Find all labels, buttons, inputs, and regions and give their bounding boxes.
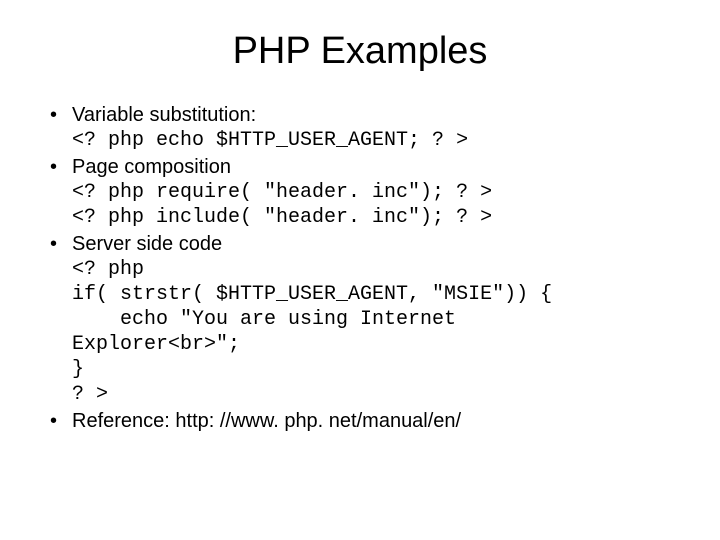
code-block: <? php echo $HTTP_USER_AGENT; ? > [72, 128, 690, 153]
list-item: Page composition <? php require( "header… [50, 155, 690, 230]
item-heading: Variable substitution: [72, 104, 256, 126]
list-item: Server side code <? php if( strstr( $HTT… [50, 232, 690, 407]
list-item: Reference: http: //www. php. net/manual/… [50, 409, 690, 434]
item-heading: Server side code [72, 233, 222, 255]
code-block: <? php if( strstr( $HTTP_USER_AGENT, "MS… [72, 257, 690, 407]
bullet-list: Variable substitution: <? php echo $HTTP… [50, 103, 690, 434]
slide: PHP Examples Variable substitution: <? p… [0, 0, 720, 540]
item-heading: Page composition [72, 156, 231, 178]
code-block: <? php require( "header. inc"); ? > <? p… [72, 180, 690, 230]
item-heading: Reference: http: //www. php. net/manual/… [72, 410, 461, 432]
slide-title: PHP Examples [30, 30, 690, 73]
list-item: Variable substitution: <? php echo $HTTP… [50, 103, 690, 153]
